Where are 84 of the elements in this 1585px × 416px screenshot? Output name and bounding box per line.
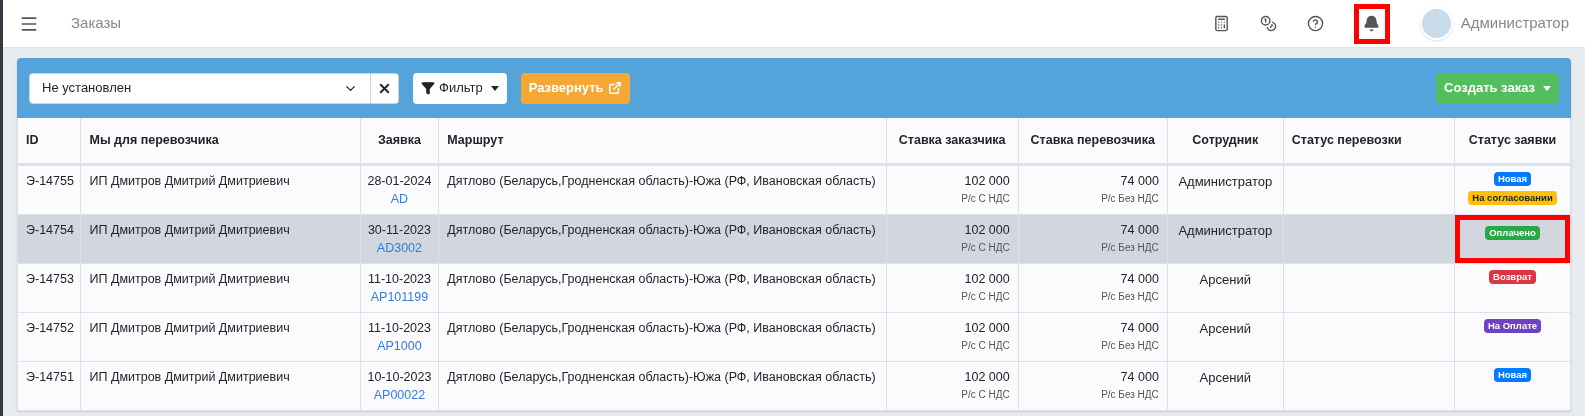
customer-rate: 102 000 (964, 319, 1010, 337)
calculator-icon (1212, 15, 1230, 32)
help-icon (1306, 15, 1324, 32)
carrier-rate: 74 000 (1120, 319, 1159, 337)
column-header[interactable]: Статус перевозки (1283, 118, 1455, 164)
table-row[interactable]: Э-14752 ИП Дмитров Дмитрий Дмитриевич 11-10-2023 AP1000 Дятлово (Беларусь,Гродненская область)-Южа (РФ, Ивановская область) 102 000 Р/с С НДС 74 000 Р/с Без НДС Арсений На Оплате (17, 312, 1571, 361)
date-cell-text: 30-11-2023 (367, 221, 431, 239)
external-link-icon (607, 81, 622, 95)
rate-note: Р/с С НДС (961, 240, 1010, 255)
rate-note: Р/с Без НДС (1101, 387, 1159, 402)
id-cell: Э-14754 (26, 222, 74, 237)
column-header[interactable]: Маршрут (438, 118, 887, 164)
carrier-rate: 74 000 (1120, 270, 1159, 288)
table-row[interactable]: Э-14751 ИП Дмитров Дмитрий Дмитриевич 10-10-2023 AP00022 Дятлово (Беларусь,Гродненская область)-Южа (РФ, Ивановская область) 102 000 Р/с С НДС 74 000 Р/с Без НДС Арсений Новая (17, 361, 1571, 410)
rate-note: Р/с Без НДС (1101, 289, 1159, 304)
user-name[interactable]: Администратор (1460, 12, 1569, 35)
customer-rate: 102 000 (964, 172, 1010, 190)
id-cell: Э-14752 (26, 320, 74, 335)
help-button[interactable] (1306, 15, 1324, 32)
rate-note: Р/с С НДС (961, 191, 1010, 206)
carrier-cell: ИП Дмитров Дмитрий Дмитриевич (89, 173, 290, 188)
employee-cell: Арсений (1199, 369, 1251, 385)
status-badge: Оплачено (1485, 225, 1540, 240)
route-cell: Дятлово (Беларусь,Гродненская область)-Южа (РФ, Ивановская область) (447, 271, 876, 286)
route-cell: Дятлово (Беларусь,Гродненская область)-Южа (РФ, Ивановская область) (447, 320, 876, 335)
coins-button[interactable] (1259, 15, 1277, 32)
carrier-cell: ИП Дмитров Дмитрий Дмитриевич (89, 222, 290, 237)
route-cell: Дятлово (Беларусь,Гродненская область)-Южа (РФ, Ивановская область) (447, 222, 876, 237)
id-cell: Э-14751 (26, 369, 74, 384)
carrier-rate: 74 000 (1120, 172, 1159, 190)
employee-cell: Арсений (1199, 320, 1251, 336)
table-row[interactable]: Э-14753 ИП Дмитров Дмитрий Дмитриевич 11-10-2023 AP101199 Дятлово (Беларусь,Гродненская область)-Южа (РФ, Ивановская область) 102 000 Р/с С НДС 74 000 Р/с Без НДС Арсений Возврат (17, 263, 1571, 312)
rate-note: Р/с С НДС (961, 387, 1010, 402)
route-cell: Дятлово (Беларусь,Гродненская область)-Южа (РФ, Ивановская область) (447, 369, 876, 384)
customer-rate: 102 000 (964, 221, 1010, 239)
column-header[interactable]: Ставка перевозчика (1018, 118, 1168, 164)
carrier-cell: ИП Дмитров Дмитрий Дмитриевич (89, 320, 290, 335)
filter-button[interactable]: Фильтр (413, 72, 507, 104)
request-link[interactable]: AP00022 (373, 385, 426, 404)
request-link[interactable]: AP101199 (370, 287, 429, 306)
request-link[interactable]: AP1000 (377, 336, 422, 355)
table-row[interactable]: Э-14754 ИП Дмитров Дмитрий Дмитриевич 30-11-2023 AD3002 Дятлово (Беларусь,Гродненская область)-Южа (РФ, Ивановская область) 102 000 Р/с С НДС 74 000 Р/с Без НДС Администратор Оплачено (17, 214, 1571, 263)
customer-rate: 102 000 (964, 270, 1010, 288)
status-select[interactable]: Не установлен (29, 72, 371, 104)
id-cell: Э-14755 (26, 173, 74, 188)
filter-icon (421, 81, 435, 95)
status-badge: На согласовании (1468, 190, 1557, 205)
id-cell: Э-14753 (26, 271, 74, 286)
calculator-button[interactable] (1212, 15, 1230, 32)
status-badge: Новая (1493, 171, 1532, 186)
employee-cell: Арсений (1199, 271, 1251, 287)
status-badge: Возврат (1489, 269, 1536, 284)
rate-note: Р/с Без НДС (1101, 191, 1159, 206)
rate-note: Р/с С НДС (961, 289, 1010, 304)
notifications-button[interactable] (1353, 3, 1390, 44)
request-link[interactable]: AD (390, 189, 409, 208)
employee-cell: Администратор (1178, 222, 1273, 238)
page-title: Заказы (71, 13, 122, 34)
carrier-cell: ИП Дмитров Дмитрий Дмитриевич (89, 271, 290, 286)
status-badge: На Оплате (1483, 318, 1542, 333)
clear-button[interactable] (371, 72, 399, 104)
date-cell-text: 11-10-2023 (367, 270, 431, 288)
rate-note: Р/с Без НДС (1101, 338, 1159, 353)
column-header[interactable]: Заявка (360, 118, 439, 164)
employee-cell: Администратор (1178, 173, 1273, 189)
date-cell-text: 11-10-2023 (367, 319, 431, 337)
customer-rate: 102 000 (964, 368, 1010, 386)
bell-icon (1363, 15, 1381, 32)
rate-note: Р/с С НДС (961, 338, 1010, 353)
date-cell-text: 28-01-2024 (367, 172, 432, 190)
carrier-rate: 74 000 (1120, 221, 1159, 239)
carrier-cell: ИП Дмитров Дмитрий Дмитриевич (89, 369, 290, 384)
carrier-rate: 74 000 (1120, 368, 1159, 386)
column-header[interactable]: Статус заявки (1454, 118, 1571, 164)
column-header[interactable]: Сотрудник (1167, 118, 1284, 164)
column-header[interactable]: Мы для перевозчика (81, 118, 361, 164)
date-cell-text: 10-10-2023 (367, 368, 432, 386)
route-cell: Дятлово (Беларусь,Гродненская область)-Южа (РФ, Ивановская область) (447, 173, 876, 188)
column-header[interactable]: ID (17, 118, 81, 164)
rate-note: Р/с Без НДС (1101, 240, 1159, 255)
table-row[interactable]: Э-14755 ИП Дмитров Дмитрий Дмитриевич 28-01-2024 AD Дятлово (Беларусь,Гродненская область)-Южа (РФ, Ивановская область) 102 000 Р/с С НДС 74 000 Р/с Без НДС Администратор Новая На согласовании (17, 164, 1571, 214)
status-badge: Новая (1493, 367, 1532, 382)
column-header[interactable]: Ставка заказчика (886, 118, 1019, 164)
coins-icon (1259, 15, 1277, 32)
